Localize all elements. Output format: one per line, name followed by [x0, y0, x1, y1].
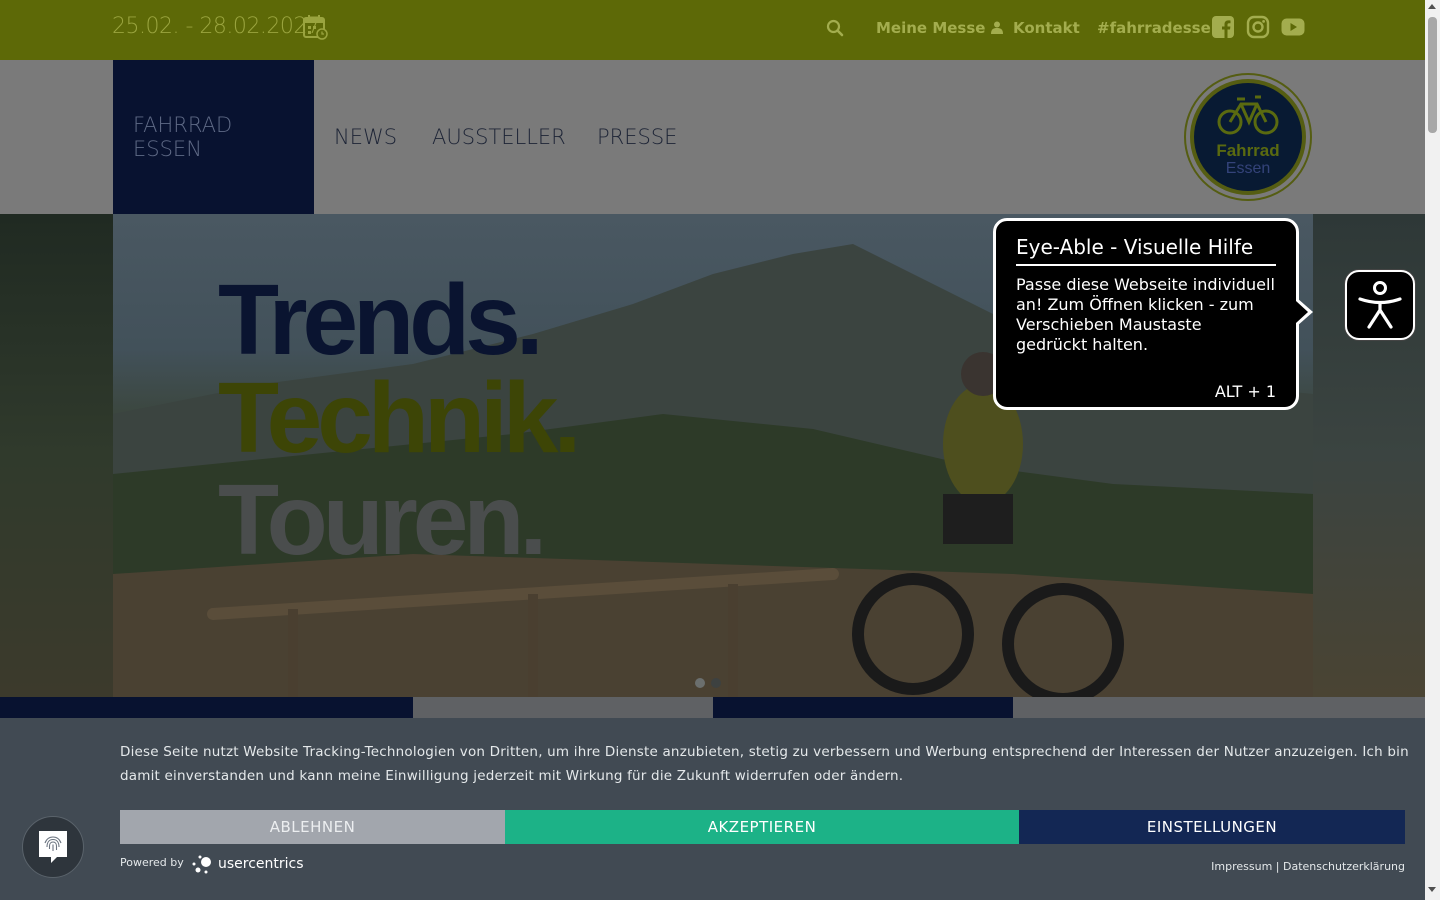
logo-text-fahrrad: Fahrrad [1216, 141, 1279, 160]
accept-button[interactable]: AKZEPTIEREN [505, 810, 1019, 844]
fingerprint-icon [39, 831, 67, 863]
meine-messe-link[interactable]: Meine Messe [876, 19, 1003, 37]
hashtag-link[interactable]: #fahrradessen [1097, 19, 1221, 37]
nav-item-news[interactable]: NEWS [334, 60, 397, 214]
slider-dot-2[interactable] [711, 678, 721, 688]
tooltip-arrow-inner [1296, 301, 1308, 323]
usercentrics-logo[interactable]: usercentrics [190, 852, 304, 876]
cookie-footer-links: Impressum | Datenschutzerklärung [1211, 860, 1405, 873]
eyeable-tooltip: Eye-Able - Visuelle Hilfe Passe diese We… [993, 218, 1313, 410]
tab-strip-1[interactable] [0, 697, 413, 718]
site-logo[interactable]: Fahrrad Essen [1183, 72, 1313, 202]
impressum-link[interactable]: Impressum [1211, 860, 1272, 873]
tab-strip-2[interactable] [413, 697, 713, 718]
settings-button[interactable]: EINSTELLUNGEN [1019, 810, 1405, 844]
nav-item-presse[interactable]: PRESSE [597, 60, 677, 214]
link-separator: | [1275, 860, 1280, 873]
facebook-icon[interactable] [1211, 15, 1235, 39]
datenschutz-link[interactable]: Datenschutzerklärung [1283, 860, 1405, 873]
accessibility-icon [1358, 281, 1402, 329]
search-icon[interactable] [826, 19, 844, 37]
eyeable-button[interactable] [1345, 270, 1415, 340]
nav-item-fahrrad-essen[interactable]: FAHRRAD ESSEN [113, 60, 314, 214]
usercentrics-wordmark: usercentrics [218, 856, 304, 872]
calendar-icon[interactable] [302, 14, 328, 40]
kontakt-link[interactable]: Kontakt [1013, 19, 1080, 37]
cookie-banner: Diese Seite nutzt Website Tracking-Techn… [0, 718, 1425, 900]
instagram-icon[interactable] [1246, 15, 1270, 39]
hero-headline-trends: Trends. [218, 264, 544, 376]
hero-headline-technik: Technik. [218, 362, 581, 474]
hero-side-left [0, 214, 113, 697]
usercentrics-mark-icon [192, 855, 211, 874]
logo-text-essen: Essen [1226, 160, 1270, 177]
page-scrollbar[interactable] [1425, 0, 1440, 900]
tab-strip-4[interactable] [1013, 697, 1425, 718]
event-date: 25.02. - 28.02.2027 [112, 14, 321, 39]
youtube-icon[interactable] [1281, 15, 1305, 39]
hero-headline-touren: Touren. [218, 464, 547, 576]
cookie-text: Diese Seite nutzt Website Tracking-Techn… [120, 744, 1409, 784]
tab-strip-3[interactable] [713, 697, 1013, 718]
privacy-settings-button[interactable] [22, 816, 84, 878]
powered-by-label: Powered by [120, 856, 184, 869]
scroll-thumb[interactable] [1428, 17, 1437, 133]
meine-messe-label: Meine Messe [876, 19, 986, 37]
decline-button[interactable]: ABLEHNEN [120, 810, 505, 844]
eyeable-tooltip-body: Passe diese Webseite individuell an! Zum… [1016, 275, 1275, 354]
user-icon [990, 21, 1003, 34]
nav-item-aussteller[interactable]: AUSSTELLER [432, 60, 566, 214]
eyeable-tooltip-title: Eye-Able - Visuelle Hilfe [1016, 235, 1276, 266]
scroll-up-arrow-icon[interactable] [1428, 4, 1436, 9]
slider-dot-1[interactable] [695, 678, 705, 688]
scroll-down-arrow-icon[interactable] [1428, 887, 1436, 892]
eyeable-shortcut: ALT + 1 [1214, 382, 1276, 401]
top-bar: 25.02. - 28.02.2027 Meine Messe Kontakt … [0, 0, 1425, 60]
